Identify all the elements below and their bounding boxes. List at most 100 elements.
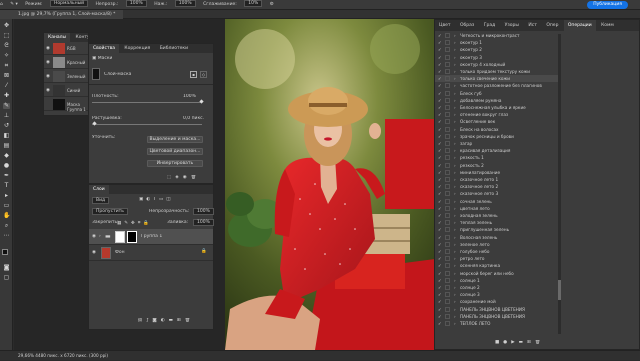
layer-row-background[interactable]: ◉ Фон 🔒 [89,245,213,261]
dialog-toggle-box[interactable] [445,33,450,38]
action-item[interactable]: ✓ › только свечение кожи [435,75,560,83]
checkmark-icon[interactable]: ✓ [438,32,443,39]
checkmark-icon[interactable]: ✓ [438,61,443,68]
chevron-right-icon[interactable]: › [454,82,456,89]
chevron-right-icon[interactable]: › [454,90,456,97]
tab-actions[interactable]: Операции [563,20,596,31]
lock-icon[interactable]: 🔒 [201,249,207,254]
dialog-toggle-box[interactable] [445,256,450,262]
checkmark-icon[interactable]: ✓ [438,219,443,226]
dialog-toggle-box[interactable] [445,220,450,226]
tab-oper[interactable]: Опер [542,20,562,31]
action-item[interactable]: ✓ › загар [435,140,560,147]
chevron-right-icon[interactable]: › [454,198,456,205]
chevron-right-icon[interactable]: › [454,241,456,248]
chevron-right-icon[interactable]: › [454,169,456,176]
chevron-right-icon[interactable]: › [454,248,456,255]
dialog-toggle-box[interactable] [445,133,450,139]
checkmark-icon[interactable]: ✓ [438,75,443,82]
checkmark-icon[interactable]: ✓ [438,190,443,197]
layer-filter[interactable]: Вид [92,197,110,204]
action-item[interactable]: ✓ › отенение вокруг глаз [435,111,560,118]
apply-mask-icon[interactable]: ◈ [175,175,182,180]
actions-scrollbar-thumb[interactable] [558,280,561,300]
pixel-mask-icon[interactable]: ▪ [190,71,197,78]
chevron-right-icon[interactable]: › [454,183,456,190]
dialog-toggle-box[interactable] [445,241,450,247]
action-item[interactable]: ✓ › только придаем текстуру кожи [435,68,560,75]
action-item[interactable]: ✓ › сказочное лето 1 [435,176,560,183]
gear-icon[interactable]: ⚙ [270,2,274,7]
dialog-toggle-box[interactable] [445,105,450,110]
dialog-toggle-box[interactable] [445,90,450,96]
dialog-toggle-box[interactable] [445,306,450,312]
chevron-right-icon[interactable]: › [454,61,456,68]
action-item[interactable]: ✓ › сказочное лето 2 [435,183,560,190]
checkmark-icon[interactable]: ✓ [438,291,443,298]
checkmark-icon[interactable]: ✓ [438,104,443,111]
action-item[interactable]: ✓ › ПАНЕЛЬ ЗНЦВНОВ ЦВЕТЕНИЯ [435,313,560,320]
select-and-mask-button[interactable]: Выделение и маска... [147,136,203,143]
checkmark-icon[interactable]: ✓ [438,126,443,133]
action-item[interactable]: ✓ › оконтур 1 [435,39,560,46]
chevron-right-icon[interactable]: › [454,255,456,262]
dialog-toggle-box[interactable] [445,47,450,53]
blur-tool-icon[interactable]: ◆ [3,153,10,159]
checkmark-icon[interactable]: ✓ [438,248,443,255]
action-item[interactable]: ✓ › резкость 1 [435,154,560,161]
dialog-toggle-box[interactable] [445,112,450,118]
dialog-toggle-box[interactable] [445,285,450,290]
color-range-button[interactable]: Цветовой диапазон... [147,148,203,155]
action-item[interactable]: ✓ › сохранение мой [435,298,560,305]
new-layer-icon[interactable]: ⊞ [177,318,185,323]
checkmark-icon[interactable]: ✓ [438,39,443,46]
action-item[interactable]: ✓ › голубое небо [435,248,560,255]
chevron-right-icon[interactable]: › [454,284,456,291]
share-button[interactable]: Публикация [587,1,628,9]
checkmark-icon[interactable]: ✓ [438,198,443,205]
action-item[interactable]: ✓ › холодная зелень [435,212,560,219]
channel-row[interactable]: ◉ Зеленый [44,70,88,83]
dialog-toggle-box[interactable] [445,234,450,240]
dodge-tool-icon[interactable]: ● [3,163,10,169]
type-tool-icon[interactable]: T [3,183,10,189]
action-item[interactable]: ✓ › оконтур 2 [435,46,560,53]
chevron-right-icon[interactable]: › [454,68,456,75]
frame-tool-icon[interactable]: ⊠ [3,73,10,79]
dialog-toggle-box[interactable] [445,292,450,298]
chevron-right-icon[interactable]: › [454,32,456,39]
dialog-toggle-box[interactable] [445,198,450,204]
chevron-right-icon[interactable]: › [454,147,456,154]
checkmark-icon[interactable]: ✓ [438,277,443,284]
checkmark-icon[interactable]: ✓ [438,140,443,147]
checkmark-icon[interactable]: ✓ [438,97,443,104]
lock-move-icon[interactable]: ✥ [131,221,138,226]
chevron-right-icon[interactable]: › [454,97,456,104]
dialog-toggle-box[interactable] [445,40,450,46]
add-mask-icon[interactable]: ◙ [152,318,160,323]
action-item[interactable]: ✓ › морской берег или небо [435,270,560,277]
document-canvas-photo[interactable] [225,19,435,350]
record-icon[interactable]: ● [503,340,511,345]
hand-tool-icon[interactable]: ✋ [3,213,10,219]
chevron-right-icon[interactable]: › [454,270,456,277]
adjustment-icon[interactable]: ◐ [161,318,169,323]
checkmark-icon[interactable]: ✓ [438,111,443,118]
play-icon[interactable]: ▶ [511,340,518,345]
trash-icon[interactable]: 🗑 [191,175,201,180]
crop-tool-icon[interactable]: ⌗ [3,63,10,69]
dialog-toggle-box[interactable] [445,191,450,197]
chevron-right-icon[interactable]: › [454,154,456,161]
dialog-toggle-box[interactable] [445,213,450,218]
checkmark-icon[interactable]: ✓ [438,298,443,305]
channel-row[interactable]: Маска Группа 1 [44,98,88,112]
trash-icon[interactable]: 🗑 [535,340,545,345]
action-item[interactable]: ✓ › оконтур 3 [435,54,560,61]
dialog-toggle-box[interactable] [445,313,450,319]
vector-mask-icon[interactable]: ◇ [200,71,207,78]
checkmark-icon[interactable]: ✓ [438,82,443,89]
action-item[interactable]: ✓ › теплая зелень [435,219,560,226]
eyedropper-icon[interactable]: ⁄ [3,83,10,89]
layer-opacity-input[interactable]: 100% [193,208,214,215]
fill-input[interactable]: 100% [193,219,214,226]
